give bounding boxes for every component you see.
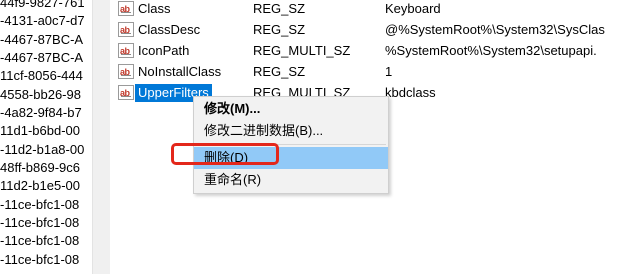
value-type: REG_SZ [253,22,306,37]
menu-item-modify[interactable]: 修改(M)... [194,98,388,120]
tree-item[interactable]: 11d2-b1e5-00 [0,176,80,196]
value-data: %SystemRoot%\System32\setupapi. [385,43,597,58]
menu-item-modify-binary[interactable]: 修改二进制数据(B)... [194,120,388,142]
value-data: kbdclass [385,85,436,100]
tree-item[interactable]: 48ff-b869-9c6 [0,158,80,178]
tree-item[interactable]: -11ce-bfc1-08 [0,250,79,270]
value-row-class[interactable]: ab Class REG_SZ Keyboard [110,0,620,19]
tree-item[interactable]: -11ce-bfc1-08 [0,195,79,215]
tree-item[interactable]: -4467-87BC-A [0,30,83,50]
value-name: NoInstallClass [138,64,222,79]
string-value-icon: ab [118,22,134,37]
string-value-icon: ab [118,43,134,58]
value-row-classdesc[interactable]: ab ClassDesc REG_SZ @%SystemRoot%\System… [110,20,620,40]
string-value-icon: ab [118,85,134,100]
tree-scrollbar[interactable] [92,0,110,274]
value-name: IconPath [138,43,190,58]
string-value-icon: ab [118,64,134,79]
value-type: REG_SZ [253,1,306,16]
value-data: Keyboard [385,1,441,16]
value-name: ClassDesc [138,22,201,37]
tree-item[interactable]: 11cf-8056-444 [0,66,83,86]
value-name: Class [138,1,171,16]
tree-item[interactable]: -11ce-bfc1-08 [0,231,79,251]
string-value-icon: ab [118,1,134,16]
value-row-iconpath[interactable]: ab IconPath REG_MULTI_SZ %SystemRoot%\Sy… [110,41,620,61]
tree-item[interactable]: -11ce-bfc1-08 [0,213,79,233]
value-type: REG_SZ [253,64,306,79]
value-data: 1 [385,64,393,79]
value-type: REG_MULTI_SZ [253,43,351,58]
registry-key-tree[interactable]: 44f9-9827-761 -4131-a0c7-d7 -4467-87BC-A… [0,0,92,274]
menu-item-rename[interactable]: 重命名(R) [194,169,388,191]
tree-item[interactable]: -4467-87BC-A [0,48,83,68]
tree-item[interactable]: -4131-a0c7-d7 [0,11,85,31]
tree-item[interactable]: -11d2-b1a8-00 [0,140,84,160]
value-row-noinstallclass[interactable]: ab NoInstallClass REG_SZ 1 [110,62,620,82]
value-data: @%SystemRoot%\System32\SysClas [385,22,605,37]
tree-item[interactable]: -4a82-9f84-b7 [0,103,82,123]
tree-item[interactable]: 4558-bb26-98 [0,85,81,105]
tree-item[interactable]: 11d1-b6bd-00 [0,121,80,141]
delete-highlight-annotation [171,143,279,165]
